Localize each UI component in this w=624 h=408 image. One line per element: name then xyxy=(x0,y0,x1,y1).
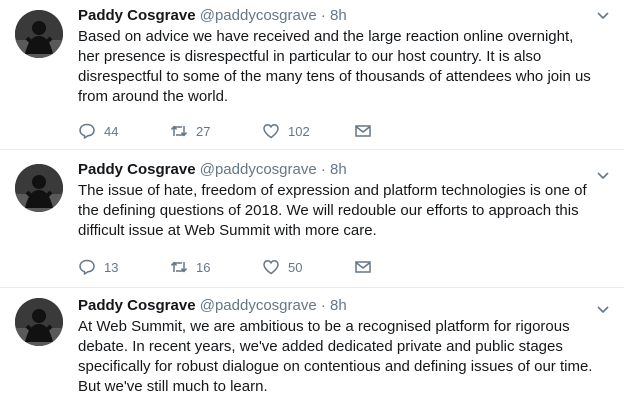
like-count: 50 xyxy=(288,259,303,275)
tweet-content: Paddy Cosgrave @paddycosgrave · 8h The i… xyxy=(78,160,594,241)
like-count: 102 xyxy=(288,123,310,139)
timestamp[interactable]: 8h xyxy=(330,161,347,178)
tweet-content: Paddy Cosgrave @paddycosgrave · 8h At We… xyxy=(78,296,594,397)
tweet-text: At Web Summit, we are ambitious to be a … xyxy=(78,318,593,395)
tweet[interactable]: Paddy Cosgrave @paddycosgrave · 8h At We… xyxy=(0,288,624,408)
timestamp[interactable]: 8h xyxy=(330,7,347,24)
display-name[interactable]: Paddy Cosgrave xyxy=(78,161,196,178)
user-handle[interactable]: @paddycosgrave xyxy=(200,7,317,24)
direct-message-button[interactable] xyxy=(354,122,384,140)
retweet-button[interactable]: 27 xyxy=(170,122,262,140)
reply-count: 13 xyxy=(104,259,119,275)
retweet-icon xyxy=(170,258,188,276)
direct-message-button[interactable] xyxy=(354,258,384,276)
tweet-header: Paddy Cosgrave @paddycosgrave · 8h xyxy=(78,160,594,180)
display-name[interactable]: Paddy Cosgrave xyxy=(78,297,196,314)
like-button[interactable]: 102 xyxy=(262,122,354,140)
reply-count: 44 xyxy=(104,123,119,139)
avatar[interactable] xyxy=(15,10,63,58)
reply-button[interactable]: 13 xyxy=(78,258,170,276)
retweet-count: 27 xyxy=(196,123,211,139)
chevron-down-icon[interactable] xyxy=(596,168,610,182)
reply-icon xyxy=(78,122,96,140)
like-button[interactable]: 50 xyxy=(262,258,354,276)
heart-icon xyxy=(262,122,280,140)
avatar[interactable] xyxy=(15,164,63,212)
retweet-count: 16 xyxy=(196,259,211,275)
retweet-button[interactable]: 16 xyxy=(170,258,262,276)
separator-dot: · xyxy=(320,297,326,314)
reply-icon xyxy=(78,258,96,276)
tweet-actions: 13 16 50 xyxy=(78,258,384,276)
separator-dot: · xyxy=(320,7,326,24)
chevron-down-icon[interactable] xyxy=(596,8,610,22)
tweet-header: Paddy Cosgrave @paddycosgrave · 8h xyxy=(78,296,594,316)
tweet[interactable]: Paddy Cosgrave @paddycosgrave · 8h The i… xyxy=(0,150,624,288)
chevron-down-icon[interactable] xyxy=(596,302,610,316)
display-name[interactable]: Paddy Cosgrave xyxy=(78,7,196,24)
tweet[interactable]: Paddy Cosgrave @paddycosgrave · 8h Based… xyxy=(0,0,624,150)
user-handle[interactable]: @paddycosgrave xyxy=(200,161,317,178)
avatar[interactable] xyxy=(15,298,63,346)
envelope-icon xyxy=(354,122,372,140)
tweet-timeline: Paddy Cosgrave @paddycosgrave · 8h Based… xyxy=(0,0,624,408)
separator-dot: · xyxy=(320,161,326,178)
tweet-text: Based on advice we have received and the… xyxy=(78,28,591,105)
reply-button[interactable]: 44 xyxy=(78,122,170,140)
tweet-content: Paddy Cosgrave @paddycosgrave · 8h Based… xyxy=(78,6,594,107)
tweet-header: Paddy Cosgrave @paddycosgrave · 8h xyxy=(78,6,594,26)
retweet-icon xyxy=(170,122,188,140)
envelope-icon xyxy=(354,258,372,276)
heart-icon xyxy=(262,258,280,276)
tweet-actions: 44 27 102 xyxy=(78,122,384,140)
user-handle[interactable]: @paddycosgrave xyxy=(200,297,317,314)
timestamp[interactable]: 8h xyxy=(330,297,347,314)
tweet-text: The issue of hate, freedom of expression… xyxy=(78,182,587,239)
